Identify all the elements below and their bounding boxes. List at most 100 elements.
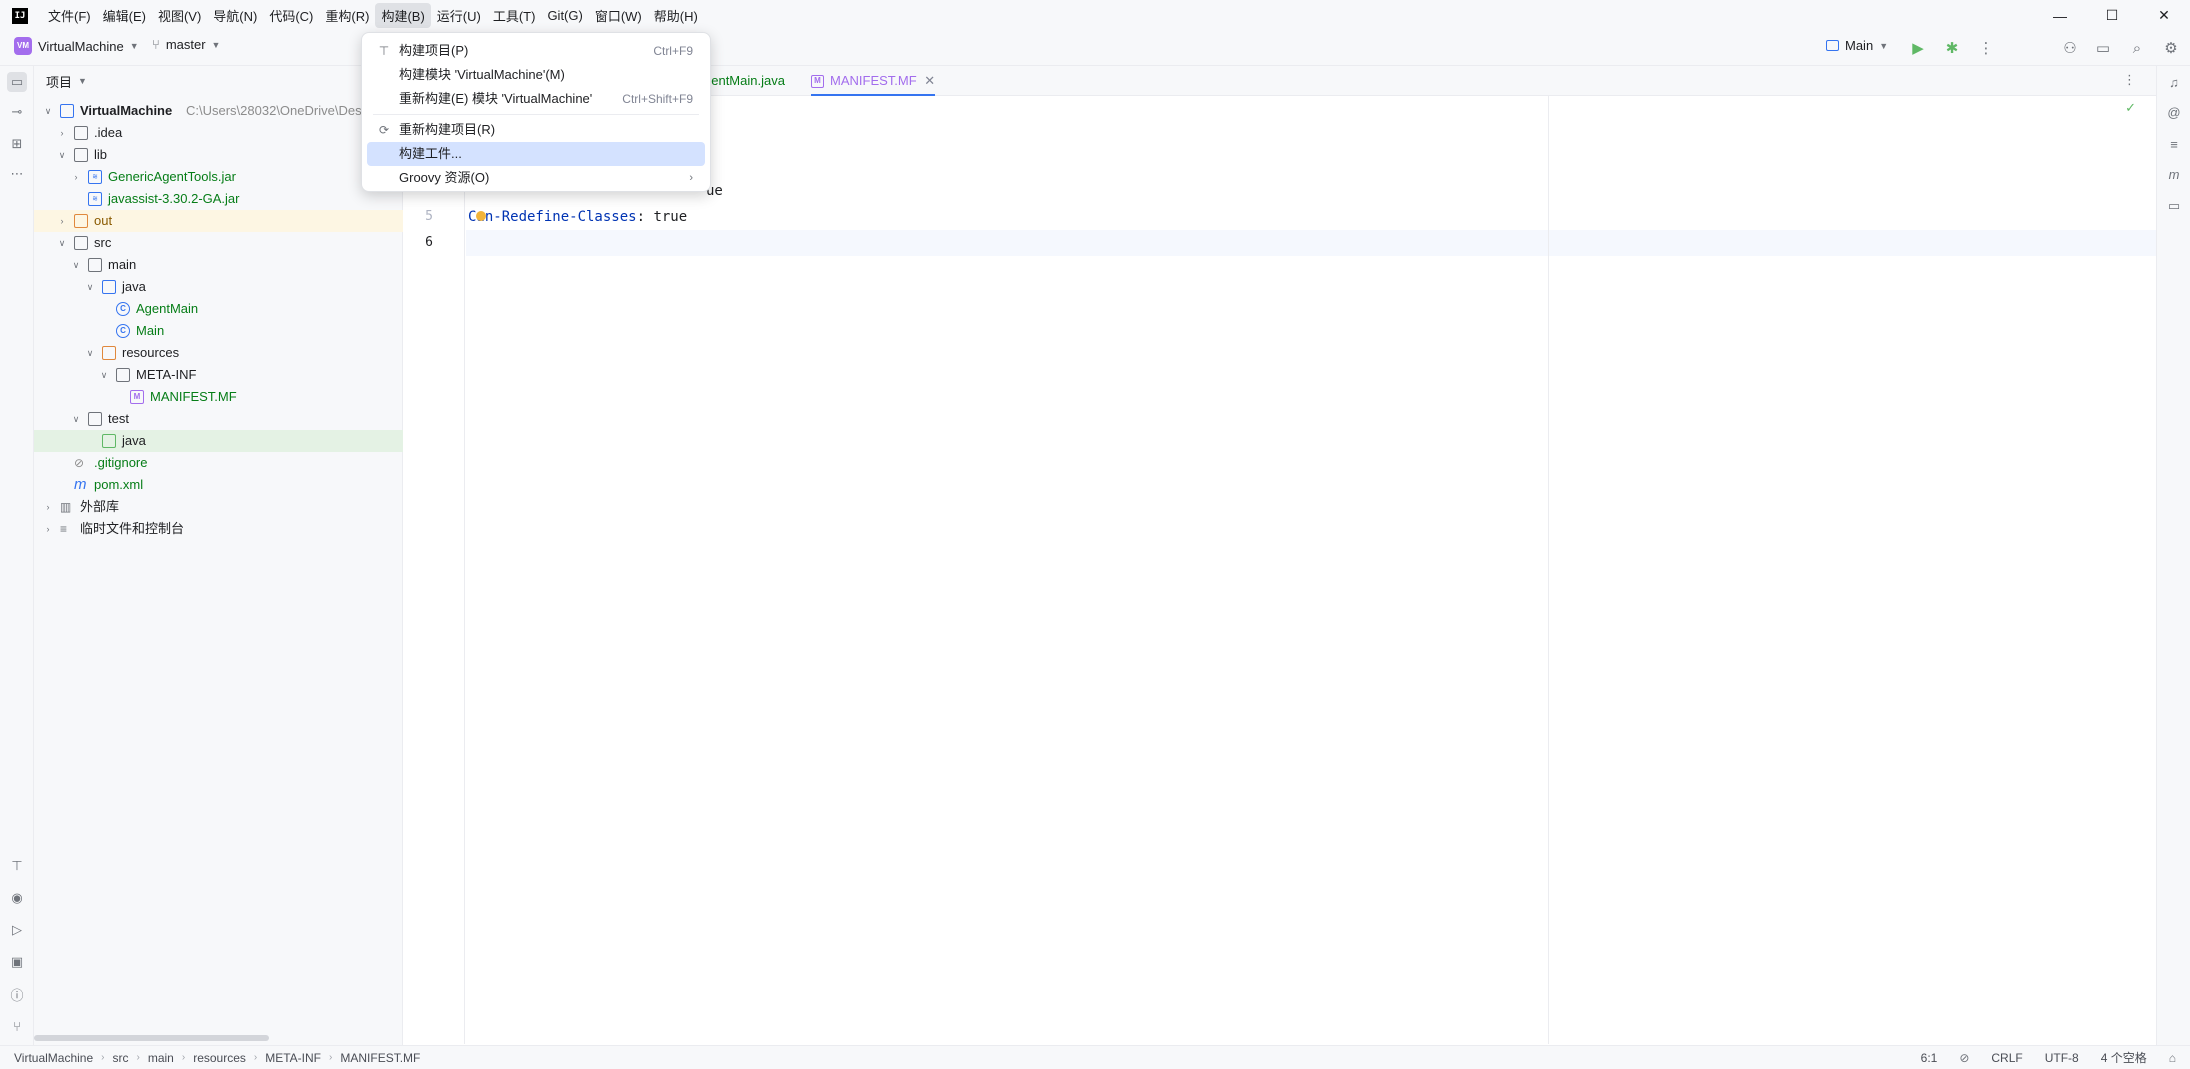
breadcrumb-item[interactable]: resources [193, 1051, 246, 1065]
services-icon[interactable]: ◉ [7, 888, 27, 908]
debug-icon[interactable]: ✱ [1941, 37, 1963, 59]
project-selector[interactable]: VM VirtualMachine ▼ [14, 37, 139, 55]
ai-assistant-icon[interactable]: @ [2164, 102, 2184, 122]
chevron-right-icon[interactable]: › [70, 166, 82, 188]
build-menu-item[interactable]: Groovy 资源(O) › [367, 166, 705, 190]
tree-row[interactable]: ∨ lib [34, 144, 403, 166]
line-ending[interactable]: CRLF [1991, 1051, 2022, 1065]
menu-item[interactable]: 工具(T) [487, 3, 542, 28]
tree-row[interactable]: M MANIFEST.MF [34, 386, 403, 408]
file-encoding[interactable]: UTF-8 [2045, 1051, 2079, 1065]
menu-item[interactable]: 视图(V) [152, 3, 207, 28]
tree-row[interactable]: java [34, 430, 403, 452]
terminal-icon[interactable]: ▣ [7, 952, 27, 972]
tab-manifest[interactable]: M MANIFEST.MF ✕ [811, 66, 936, 96]
tree-row[interactable]: ∨ META-INF [34, 364, 403, 386]
structure-icon[interactable]: ⊞ [7, 134, 27, 154]
menu-item[interactable]: 构建(B) [375, 3, 431, 28]
build-menu-item[interactable]: ⟳ 重新构建项目(R) [367, 118, 705, 142]
horizontal-scrollbar[interactable] [34, 1035, 269, 1041]
tree-row[interactable]: › .idea [34, 122, 403, 144]
close-window-button[interactable]: ✕ [2138, 0, 2190, 31]
git-branch-selector[interactable]: ⑂ master ▼ [152, 37, 220, 52]
code-editor[interactable]: ue Can-Redefine-Classes: true ✓ [466, 96, 2156, 1044]
chevron-right-icon[interactable]: › [42, 496, 54, 518]
indent-setting[interactable]: 4 个空格 [2101, 1049, 2147, 1066]
menu-item[interactable]: 编辑(E) [97, 3, 152, 28]
chevron-down-icon[interactable]: ∨ [56, 144, 68, 166]
tree-row[interactable]: › ≋ GenericAgentTools.jar [34, 166, 403, 188]
menu-item[interactable]: Git(G) [541, 5, 588, 26]
breadcrumb-item[interactable]: MANIFEST.MF [340, 1051, 420, 1065]
build-menu-item[interactable]: 构建模块 'VirtualMachine'(M) [367, 63, 705, 87]
breadcrumb-item[interactable]: VirtualMachine [14, 1051, 93, 1065]
tree-row[interactable]: m pom.xml [34, 474, 403, 496]
breadcrumb-item[interactable]: src [113, 1051, 129, 1065]
breadcrumb-item[interactable]: META-INF [265, 1051, 321, 1065]
chevron-down-icon[interactable]: ∨ [98, 364, 110, 386]
maven-icon[interactable]: m [2164, 164, 2184, 184]
commit-icon[interactable]: ⊸ [7, 102, 27, 122]
build-menu-item[interactable]: 重新构建(E) 模块 'VirtualMachine' Ctrl+Shift+F9 [367, 87, 705, 111]
minimize-button[interactable]: — [2034, 0, 2086, 31]
read-only-toggle-icon[interactable]: ⌂ [2169, 1051, 2176, 1065]
tab-agentmain[interactable]: gentMain.java [704, 66, 785, 96]
settings-icon[interactable]: ⚙ [2160, 37, 2182, 59]
menu-item[interactable]: 重构(R) [319, 3, 375, 28]
problems-icon[interactable]: ⓘ [7, 984, 27, 1004]
chevron-down-icon[interactable]: ∨ [84, 276, 96, 298]
project-panel-header[interactable]: 项目 ▼ [34, 66, 402, 96]
tree-row[interactable]: ∨ main [34, 254, 403, 276]
no-inspections-icon[interactable]: ⊘ [1959, 1051, 1969, 1065]
tree-row[interactable]: ∨ resources [34, 342, 403, 364]
database-icon[interactable]: ≡ [2164, 134, 2184, 154]
chevron-down-icon[interactable]: ∨ [70, 254, 82, 276]
menu-item[interactable]: 帮助(H) [648, 3, 704, 28]
close-tab-icon[interactable]: ✕ [924, 73, 935, 88]
maximize-button[interactable]: ☐ [2086, 0, 2138, 31]
more-tools-icon[interactable]: ⋯ [7, 164, 27, 184]
chevron-down-icon[interactable]: ∨ [56, 232, 68, 254]
tree-row[interactable]: › ▥ 外部库 [34, 496, 403, 518]
chevron-right-icon[interactable]: › [56, 210, 68, 232]
tree-row[interactable]: ∨ src [34, 232, 403, 254]
tree-row[interactable]: C Main [34, 320, 403, 342]
search-icon[interactable]: ⌕ [2126, 37, 2148, 59]
tree-row[interactable]: ∨ java [34, 276, 403, 298]
tree-row[interactable]: ≋ javassist-3.30.2-GA.jar [34, 188, 403, 210]
menu-item[interactable]: 窗口(W) [589, 3, 648, 28]
build-menu-item[interactable]: 构建工件... [367, 142, 705, 166]
tree-row[interactable]: C AgentMain [34, 298, 403, 320]
run-tool-icon[interactable]: ▷ [7, 920, 27, 940]
run-configuration-selector[interactable]: Main ▼ [1826, 38, 1888, 53]
intellij-logo-icon[interactable]: IJ [12, 7, 28, 24]
notifications-icon[interactable]: ♫ [2164, 72, 2184, 92]
tree-row[interactable]: ⊘ .gitignore [34, 452, 403, 474]
menu-item[interactable]: 代码(C) [263, 3, 319, 28]
chevron-right-icon[interactable]: › [42, 518, 54, 540]
build-menu-item[interactable]: ⊤ 构建项目(P) Ctrl+F9 [367, 39, 705, 63]
toolbox-icon[interactable]: ▭ [2164, 196, 2184, 216]
caret-position[interactable]: 6:1 [1921, 1051, 1938, 1065]
no-problems-check-icon[interactable]: ✓ [2125, 100, 2136, 116]
tab-options-icon[interactable]: ⋮ [2123, 72, 2136, 88]
intention-bulb-icon[interactable] [476, 211, 486, 221]
menu-item[interactable]: 导航(N) [207, 3, 263, 28]
tree-row[interactable]: ∨ test [34, 408, 403, 430]
project-folder-icon[interactable]: ▭ [7, 72, 27, 92]
chevron-down-icon[interactable]: ∨ [42, 100, 54, 122]
chevron-down-icon[interactable]: ∨ [84, 342, 96, 364]
breadcrumb-item[interactable]: main [148, 1051, 174, 1065]
more-actions-icon[interactable]: ⋮ [1975, 37, 1997, 59]
git-icon[interactable]: ⑂ [7, 1016, 27, 1036]
menu-item[interactable]: 文件(F) [42, 3, 97, 28]
run-icon[interactable]: ▶ [1907, 37, 1929, 59]
chevron-right-icon[interactable]: › [56, 122, 68, 144]
chevron-down-icon[interactable]: ∨ [70, 408, 82, 430]
tree-row[interactable]: › ≡ 临时文件和控制台 [34, 518, 403, 540]
tree-row[interactable]: › out [34, 210, 403, 232]
tree-row[interactable]: ∨ VirtualMachine C:\Users\28032\OneDrive\D… [34, 100, 403, 122]
menu-item[interactable]: 运行(U) [431, 3, 487, 28]
build-hammer-icon[interactable]: ⊤ [7, 856, 27, 876]
toolbox-icon[interactable]: ▭ [2092, 37, 2114, 59]
